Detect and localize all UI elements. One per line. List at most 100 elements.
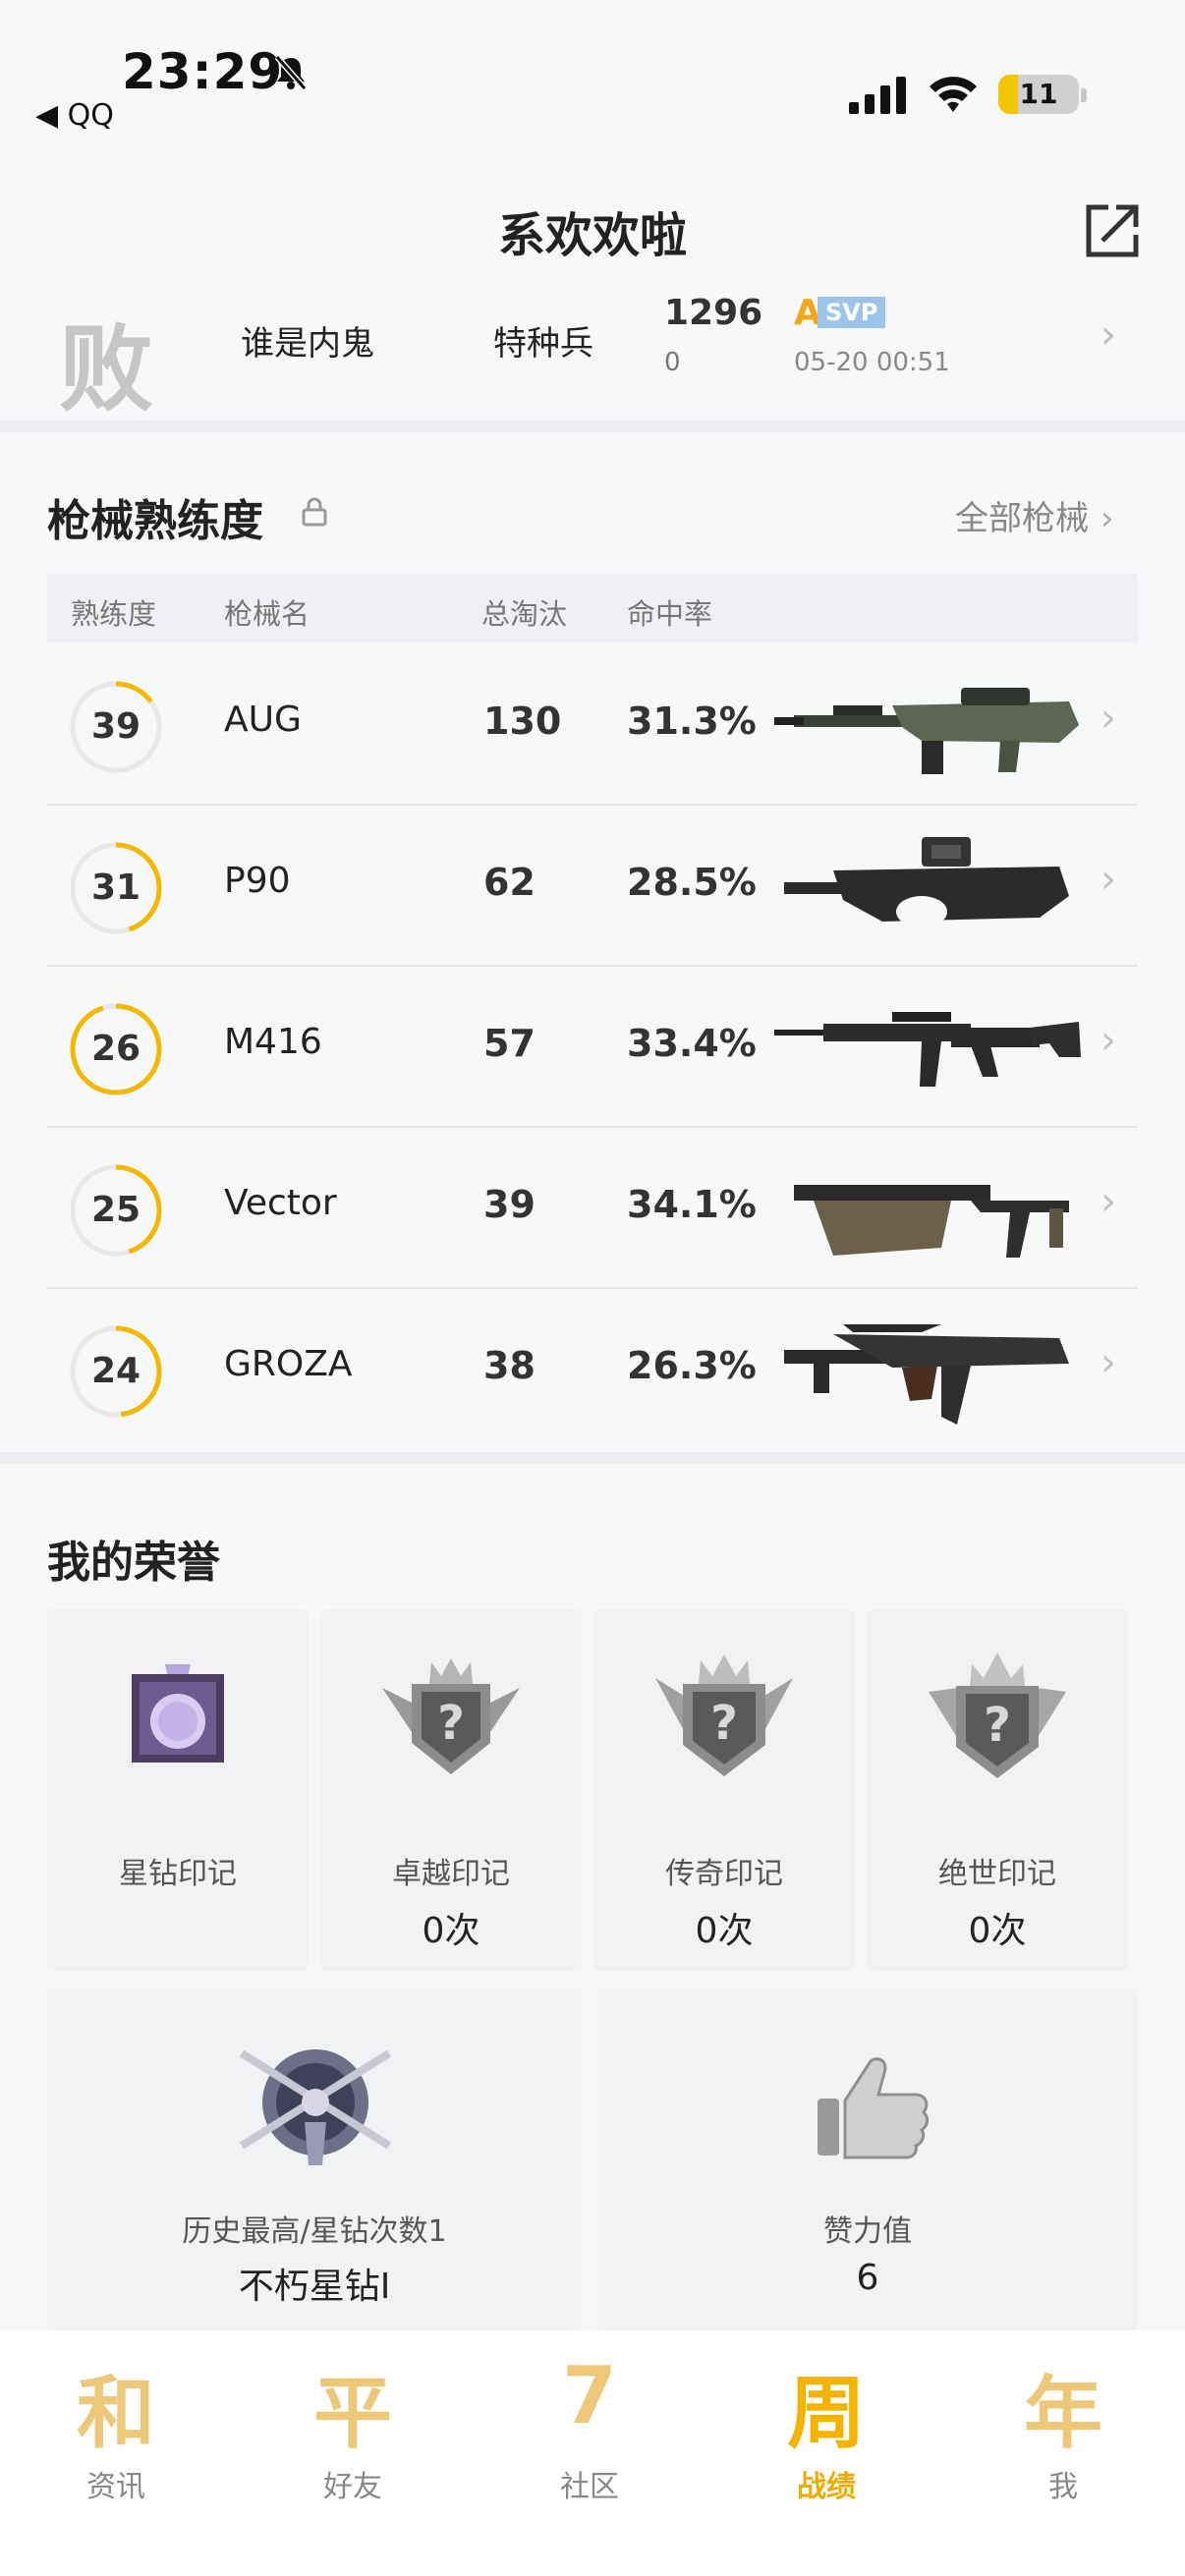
weapon-groza-image [784,1324,1069,1425]
records-tab-icon: 周 [787,2368,866,2459]
match-role: 特种兵 [493,324,593,364]
weapon-row-m416[interactable]: 26 M416 57 33.4% › [47,967,1138,1128]
medal-badge-icon [132,1664,224,1763]
section-divider [0,1452,1185,1464]
svg-text:?: ? [710,1696,738,1751]
lock-icon [302,497,327,527]
honor-count: 0次 [422,1911,480,1951]
thumbs-up-icon [818,2057,930,2159]
proficiency-level: 26 [90,1029,141,1069]
honor-count: 0次 [695,1911,754,1951]
weapon-name: GROZA [224,1344,353,1384]
honor-card-excellence[interactable]: ? 卓越印记 0次 [320,1609,582,1971]
weapons-table-header: 熟练度 枪械名 总淘汰 命中率 [47,574,1138,643]
page-title: 系欢欢啦 [497,208,687,263]
weapon-accuracy: 33.4% [627,1022,757,1065]
weapon-accuracy: 34.1% [627,1183,757,1226]
nav-tab-news[interactable]: 和 资讯 [18,2350,214,2547]
weapon-kills: 39 [483,1183,536,1226]
back-to-app-link[interactable]: ◀ QQ [35,98,114,133]
locked-badge-icon: ? [382,1658,520,1774]
weapon-m416-image [774,1012,1081,1087]
weapon-kills: 38 [483,1344,536,1387]
likes-label: 赞力值 [823,2214,912,2249]
chevron-right-icon: › [1100,1340,1116,1385]
honor-label: 卓越印记 [392,1857,510,1891]
nav-tab-community[interactable]: 7 社区 [491,2350,688,2547]
honor-card-peerless[interactable]: ? 绝世印记 0次 [867,1609,1128,1971]
proficiency-level: 25 [90,1190,141,1230]
weapon-row-groza[interactable]: 24 GROZA 38 26.3% › [47,1289,1138,1450]
nav-tab-friends[interactable]: 平 好友 [254,2350,451,2547]
match-score: 1296 [664,293,763,333]
weapon-name: AUG [224,700,302,740]
score-change: 0 [664,348,681,377]
match-mode: 谁是内鬼 [241,324,374,364]
nav-tab-label: 战绩 [797,2470,856,2504]
honor-card-legend[interactable]: ? 传奇印记 0次 [593,1609,855,1971]
weapon-aug-image [774,688,1079,774]
likes-value: 6 [856,2258,879,2298]
highest-rank-label: 历史最高/星钻次数1 [182,2214,447,2249]
svg-text:?: ? [437,1696,465,1751]
bottom-nav: 和 资讯 平 好友 7 社区 周 战绩 年 我 [0,2330,1185,2576]
grade-tag: SVP [818,297,886,328]
weapon-kills: 130 [483,700,562,743]
status-time: 23:29 [122,43,284,100]
chevron-right-icon: › [1100,1018,1116,1063]
honor-card-star-diamond[interactable]: 星钻印记 [47,1609,309,1971]
match-time: 05-20 00:51 [794,348,950,377]
column-header: 枪械名 [224,597,310,631]
weapon-name: P90 [224,861,291,901]
highest-rank-card[interactable]: 历史最高/星钻次数1 不朽星钻Ⅰ [47,1988,582,2330]
locked-badge-icon: ? [655,1654,793,1776]
highest-rank-value: 不朽星钻Ⅰ [238,2267,391,2307]
honor-count: 0次 [968,1911,1027,1951]
svg-text:?: ? [984,1698,1011,1753]
match-result: 败 [59,314,153,424]
honor-label: 绝世印记 [938,1857,1056,1891]
proficiency-level: 31 [90,868,141,908]
weapons-section-title: 枪械熟练度 [47,496,263,546]
share-external-icon[interactable] [1081,199,1144,262]
proficiency-level: 39 [90,706,141,747]
weapon-name: Vector [224,1183,337,1223]
weapon-row-vector[interactable]: 25 Vector 39 34.1% › [47,1128,1138,1289]
cellular-signal-icon [849,77,906,114]
last-match-row[interactable]: 败 谁是内鬼 特种兵 1296 0 A SVP 05-20 00:51 › [0,285,1185,424]
nav-tab-me[interactable]: 年 我 [965,2350,1161,2547]
chevron-right-icon: › [1100,1179,1116,1224]
weapon-row-p90[interactable]: 31 P90 62 28.5% › [47,806,1138,967]
all-weapons-link[interactable]: 全部枪械 › [955,491,1114,539]
back-arrow-icon: ◀ [35,98,68,133]
honors-section-title: 我的荣誉 [47,1538,220,1588]
weapon-accuracy: 31.3% [627,700,757,743]
news-tab-icon: 和 [77,2368,155,2459]
chevron-right-icon: › [1100,499,1114,538]
nav-tab-records[interactable]: 周 战绩 [728,2350,925,2547]
chevron-right-icon: › [1100,312,1116,358]
column-header: 命中率 [627,597,713,631]
chevron-right-icon: › [1100,696,1116,741]
nav-tab-label: 我 [1048,2470,1078,2504]
bell-muted-icon [274,55,308,90]
wifi-icon [930,77,977,112]
community-tab-icon: 7 [562,2350,617,2441]
weapon-name: M416 [224,1022,322,1062]
battery-indicator: 11 [998,75,1079,114]
weapon-row-aug[interactable]: 39 AUG 130 31.3% › [47,644,1138,806]
nav-tab-label: 社区 [560,2470,619,2504]
weapon-kills: 57 [483,1022,536,1065]
likes-card[interactable]: 赞力值 6 [597,1988,1138,2330]
chevron-right-icon: › [1100,857,1116,902]
me-tab-icon: 年 [1024,2368,1102,2459]
section-divider [0,420,1185,432]
weapon-vector-image [794,1185,1069,1258]
status-bar: 23:29 ◀ QQ 11 [0,0,1185,147]
honor-label: 星钻印记 [119,1857,237,1891]
weapon-kills: 62 [483,861,536,904]
column-header: 熟练度 [71,597,157,631]
rank-emblem-icon [239,2049,392,2165]
weapon-accuracy: 28.5% [627,861,757,904]
proficiency-level: 24 [90,1351,141,1391]
